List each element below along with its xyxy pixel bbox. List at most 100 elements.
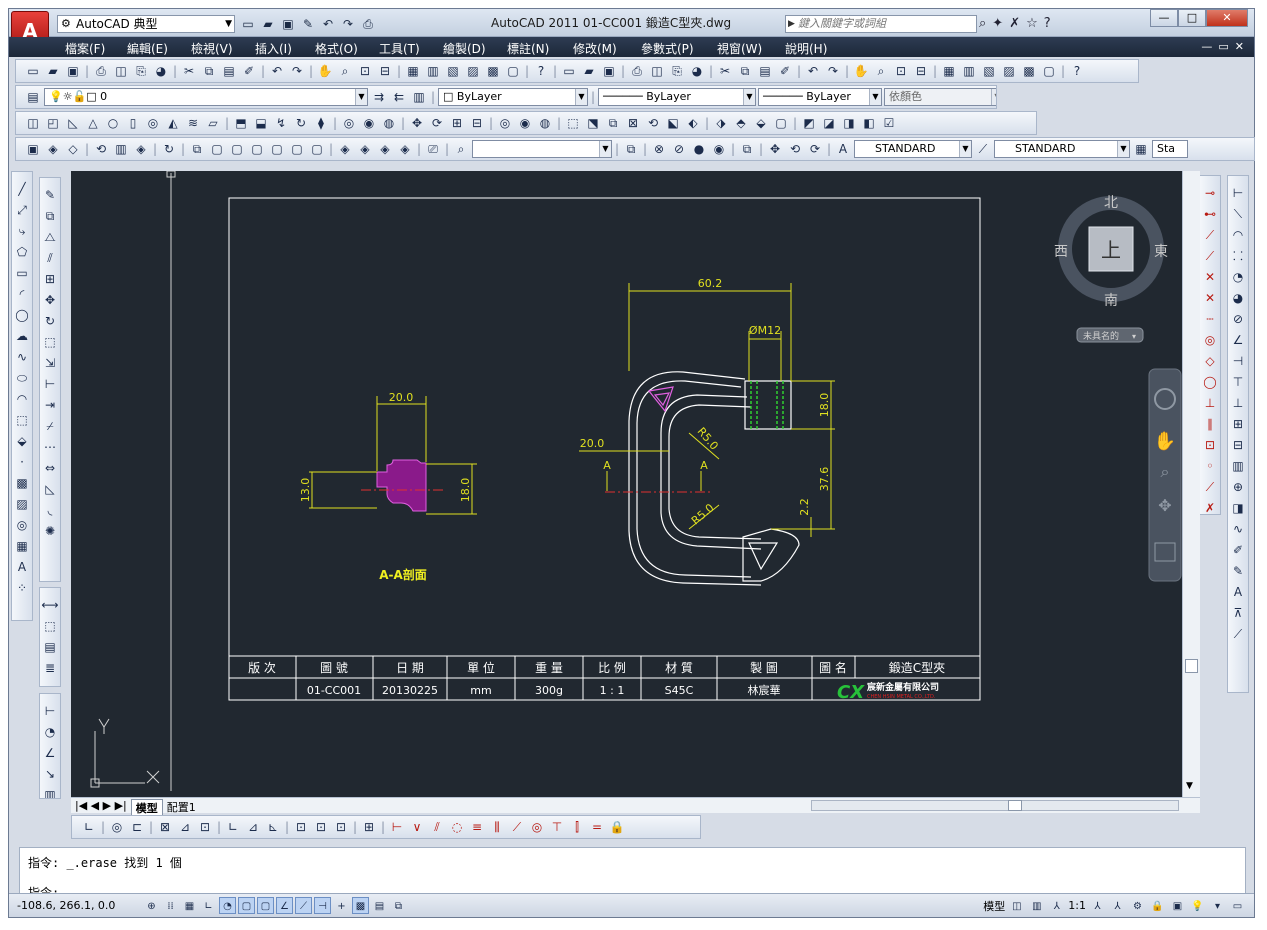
polyline-icon[interactable]: ⤷: [13, 222, 31, 240]
compass-south[interactable]: 南: [1104, 293, 1118, 309]
subtract-icon[interactable]: ◉: [516, 114, 534, 132]
render-icon[interactable]: ⧉: [738, 140, 756, 158]
3d-dwf-icon[interactable]: ◕: [152, 62, 170, 80]
annotation-scale-icon[interactable]: ⅄: [1048, 897, 1065, 914]
save-icon[interactable]: ▣: [600, 62, 618, 80]
3d-hidden-icon[interactable]: ◇: [64, 140, 82, 158]
dim-continue-icon[interactable]: ⊥: [1229, 394, 1247, 412]
box-icon[interactable]: ◰: [44, 114, 62, 132]
transparency-icon[interactable]: ▩: [352, 897, 369, 914]
sw-iso-icon[interactable]: ◈: [336, 140, 354, 158]
chevron-down-icon[interactable]: ▼: [1186, 781, 1193, 791]
camera-icon[interactable]: ↻: [160, 140, 178, 158]
ellipse-arc-icon[interactable]: ◠: [13, 390, 31, 408]
menu-parametric[interactable]: 參數式(P): [641, 40, 694, 57]
open-icon[interactable]: ▰: [44, 62, 62, 80]
constraint-tangent-icon[interactable]: ∨: [408, 818, 426, 836]
snap-from-icon[interactable]: ⊷: [1201, 205, 1219, 223]
right-view-icon[interactable]: ▢: [268, 140, 286, 158]
isolate-objects-icon[interactable]: 💡: [1189, 897, 1206, 914]
dim-arc-icon[interactable]: ◠: [1229, 226, 1247, 244]
named-views-icon[interactable]: ⌕: [452, 140, 470, 158]
fillet-icon[interactable]: ◟: [41, 501, 59, 519]
color-dropdown[interactable]: □ ByLayer ▼: [438, 88, 588, 106]
infer-constraints-icon[interactable]: ⊕: [143, 897, 160, 914]
annotation-scale-value[interactable]: 1:1: [1068, 899, 1086, 912]
2d-wireframe-icon[interactable]: ▣: [24, 140, 42, 158]
save-icon[interactable]: ▣: [64, 62, 82, 80]
left-view-icon[interactable]: ▢: [248, 140, 266, 158]
zoom-window-icon[interactable]: ⊡: [356, 62, 374, 80]
layer-dropdown[interactable]: 💡☼🔓□ 0 ▼: [44, 88, 368, 106]
subtract-icon[interactable]: ◉: [360, 114, 378, 132]
text-style-icon[interactable]: A: [834, 140, 852, 158]
menu-draw[interactable]: 繪製(D): [443, 40, 486, 57]
quick-properties-icon[interactable]: ▤: [371, 897, 388, 914]
status-menu-icon[interactable]: ▾: [1209, 897, 1226, 914]
spline-icon[interactable]: ∿: [13, 348, 31, 366]
front-view-icon[interactable]: ▢: [288, 140, 306, 158]
menu-modify[interactable]: 修改(M): [573, 40, 617, 57]
pan-icon[interactable]: ✋: [316, 62, 334, 80]
3d-array-icon[interactable]: ⊟: [468, 114, 486, 132]
constraint-equal-icon[interactable]: ≡: [468, 818, 486, 836]
erase-icon[interactable]: ✎: [41, 186, 59, 204]
undo-icon[interactable]: ↶: [319, 15, 337, 33]
point-icon[interactable]: ·: [13, 453, 31, 471]
zoom-3d-icon[interactable]: ⟳: [806, 140, 824, 158]
dim-break-icon[interactable]: ⊟: [1229, 436, 1247, 454]
ellipse-icon[interactable]: ⬭: [13, 369, 31, 387]
compass-east[interactable]: 東: [1154, 244, 1168, 260]
zoom-realtime-icon[interactable]: ⌕: [336, 62, 354, 80]
dynamic-input-icon[interactable]: ⊣: [314, 897, 331, 914]
table-icon[interactable]: ▦: [13, 537, 31, 555]
qnew-icon[interactable]: ▭: [24, 62, 42, 80]
join-icon[interactable]: ⇔: [41, 459, 59, 477]
restore-button[interactable]: □: [1178, 9, 1206, 27]
preview-icon[interactable]: ◫: [112, 62, 130, 80]
sweep-icon[interactable]: ↯: [272, 114, 290, 132]
constraint-parallel-icon[interactable]: ⫽: [428, 818, 446, 836]
constraint-smooth-icon[interactable]: ◌: [448, 818, 466, 836]
snap-quadrant-icon[interactable]: ◇: [1201, 352, 1219, 370]
cut-icon[interactable]: ✂: [716, 62, 734, 80]
vscroll-thumb[interactable]: [1185, 659, 1198, 673]
bottom-view-icon[interactable]: ▢: [228, 140, 246, 158]
table-style-dropdown[interactable]: Sta: [1152, 140, 1188, 158]
temp-track-icon[interactable]: ⊸: [1201, 184, 1219, 202]
model-space-toggle[interactable]: 模型: [983, 898, 1005, 914]
continuous-orbit-icon[interactable]: ▥: [112, 140, 130, 158]
dim-space-icon[interactable]: ⊞: [1229, 415, 1247, 433]
extend-icon[interactable]: ⇥: [41, 396, 59, 414]
properties-icon[interactable]: ▦: [404, 62, 422, 80]
snap-node-icon[interactable]: ◦: [1201, 457, 1219, 475]
auto-scale-icon[interactable]: ⅄: [1109, 897, 1126, 914]
dim-baseline-icon[interactable]: ⊤: [1229, 373, 1247, 391]
markup-icon[interactable]: ▩: [1020, 62, 1038, 80]
menu-window[interactable]: 視窗(W): [717, 40, 762, 57]
dim-jogged-icon[interactable]: ◕: [1229, 289, 1247, 307]
area-icon[interactable]: ⬚: [41, 617, 59, 635]
leader-icon[interactable]: ↘: [41, 765, 59, 783]
linear-dim-icon[interactable]: ⊢: [41, 702, 59, 720]
visual-styles-manager-icon[interactable]: ⧉: [622, 140, 640, 158]
snap-grid-icon[interactable]: ⊠: [156, 818, 174, 836]
preview-icon[interactable]: ◫: [648, 62, 666, 80]
layer-states-icon[interactable]: ▥: [410, 88, 428, 106]
markup-icon[interactable]: ▩: [484, 62, 502, 80]
viewcube[interactable]: 上 北 南 東 西 未具名的 ▾: [1054, 195, 1168, 343]
osnap-icon[interactable]: ▢: [238, 897, 255, 914]
sheet-set-icon[interactable]: ▨: [464, 62, 482, 80]
snap-extension-icon[interactable]: ┄: [1201, 310, 1219, 328]
intersect-icon[interactable]: ◍: [380, 114, 398, 132]
gradient-icon[interactable]: ▨: [13, 495, 31, 513]
pan-hand-icon[interactable]: ✋: [1154, 430, 1176, 452]
make-current-layer-icon[interactable]: ⇉: [370, 88, 388, 106]
ducs-icon[interactable]: ⟋: [295, 897, 312, 914]
back-view-icon[interactable]: ▢: [308, 140, 326, 158]
polysolid-icon[interactable]: ◫: [24, 114, 42, 132]
snap-apparent-icon[interactable]: ✕: [1201, 289, 1219, 307]
separate-icon[interactable]: ⬙: [752, 114, 770, 132]
break-icon[interactable]: ⋯: [41, 438, 59, 456]
region-mass-icon[interactable]: ▤: [41, 638, 59, 656]
